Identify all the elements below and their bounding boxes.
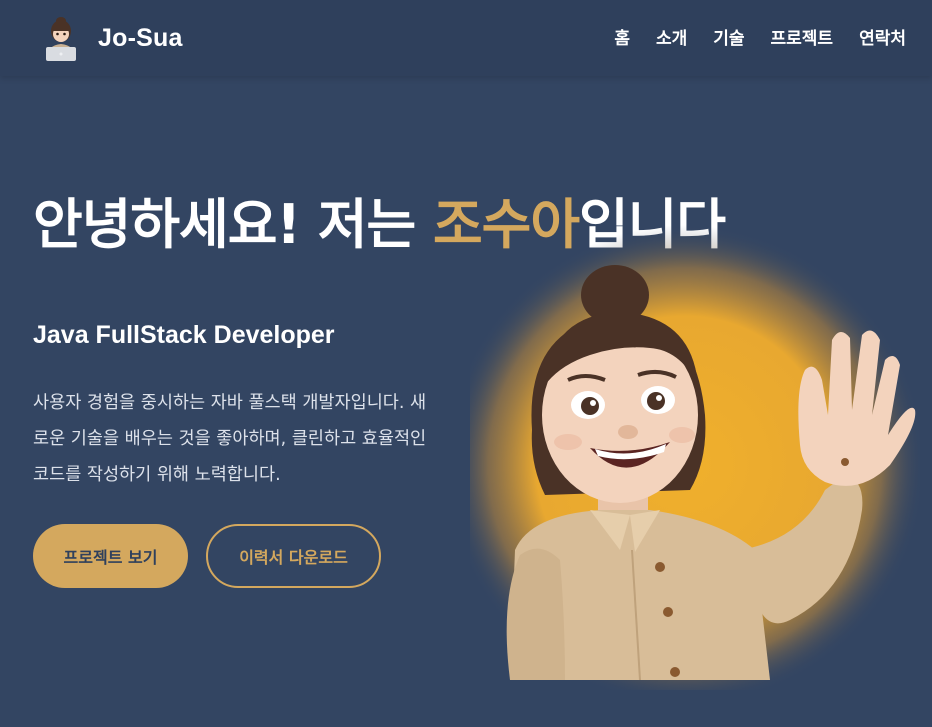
waving-memoji-icon [470, 225, 920, 690]
nav-link-projects[interactable]: 프로젝트 [771, 24, 834, 49]
hero-subtitle: Java FullStack Developer [33, 321, 335, 349]
brand-logo[interactable]: Jo-Sua [44, 14, 183, 62]
hero-title-prefix: 안녕하세요! 저는 [33, 193, 433, 256]
nav-link-contact[interactable]: 연락처 [859, 24, 906, 49]
memoji-laptop-icon [46, 17, 76, 61]
download-resume-button[interactable]: 이력서 다운로드 [206, 524, 381, 588]
hero-description: 사용자 경험을 중시하는 자바 풀스택 개발자입니다. 새로운 기술을 배우는 … [33, 393, 427, 485]
nav-link-about[interactable]: 소개 [656, 24, 687, 49]
view-projects-button[interactable]: 프로젝트 보기 [33, 524, 188, 588]
nav-link-home[interactable]: 홈 [614, 24, 630, 49]
main-nav: 홈 소개 기술 프로젝트 연락처 [614, 24, 906, 49]
brand-name: Jo-Sua [98, 23, 183, 52]
navbar: Jo-Sua 홈 소개 기술 프로젝트 연락처 [0, 0, 932, 76]
nav-link-skills[interactable]: 기술 [713, 24, 744, 49]
